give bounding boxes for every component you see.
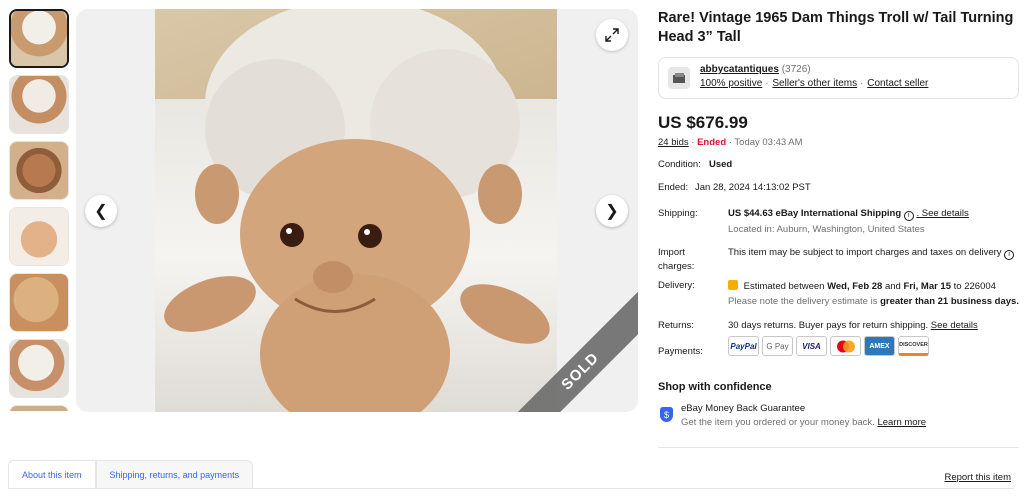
expand-icon [605,28,619,42]
info-icon[interactable]: i [1004,250,1015,260]
returns-label: Returns: [658,320,694,331]
info-icon[interactable]: i [903,211,914,221]
delivery-and: and [884,281,901,292]
report-item-link[interactable]: Report this item [944,472,1011,483]
import-label-2: charges: [658,261,695,272]
guarantee-subtitle: Get the item you ordered or your money b… [681,417,926,428]
guarantee-title: eBay Money Back Guarantee [681,403,806,414]
condition-value: Used [709,159,733,170]
chevron-right-icon: ❯ [605,203,619,220]
import-label-1: Import [658,247,685,258]
delivery-to: Fri, Mar 15 [903,281,952,292]
delivery-note-bold: greater than 21 business days. [880,296,1019,307]
thumbnail-5[interactable] [9,273,69,332]
tab-shipping-returns-payments[interactable]: Shipping, returns, and payments [95,460,254,489]
shipping-value: US $44.63 eBay International Shipping [728,208,902,219]
thumbnail-strip [9,9,71,411]
thumbnail-7[interactable] [9,405,69,411]
amex-logo: AMEX [864,336,895,356]
shop-with-confidence-heading: Shop with confidence [658,381,772,393]
thumbnail-6[interactable] [9,339,69,398]
returns-line: 30 days returns. Buyer pays for return s… [728,320,978,331]
money-back-shield-icon: $ [660,407,673,422]
shipping-see-details-link[interactable]: . See details [916,208,968,219]
delivery-pre: Estimated between [743,281,825,292]
mastercard-logo [830,336,861,356]
import-value: This item may be subject to import charg… [728,247,1002,258]
thumbnail-3[interactable] [9,141,69,200]
thumbnail-1[interactable] [9,9,69,68]
payments-label: Payments: [658,346,703,357]
delivery-truck-icon [728,280,738,290]
chevron-left-icon: ❮ [94,203,108,220]
ended-label: Ended: [658,182,689,193]
delivery-from: Wed, Feb 28 [827,281,883,292]
next-image-button[interactable]: ❯ [596,195,628,227]
returns-value: 30 days returns. Buyer pays for return s… [728,320,929,331]
discover-logo: DISCOVER [898,336,929,356]
main-image-viewer[interactable]: ❮ ❯ SOLD [76,9,638,412]
tabs-divider [8,488,1014,489]
item-tabs: About this item Shipping, returns, and p… [8,460,254,489]
visa-logo: VISA [796,336,827,356]
product-photo [155,9,557,412]
delivery-line: Estimated between Wed, Feb 28 and Fri, M… [728,280,996,292]
delivery-note: Please note the delivery estimate is gre… [728,296,1019,307]
guarantee-sub-text: Get the item you ordered or your money b… [681,417,875,428]
payment-methods: PayPal G Pay VISA AMEX DISCOVER [728,336,929,356]
thumbnail-2[interactable] [9,75,69,134]
tab-about-this-item[interactable]: About this item [8,460,96,489]
shipping-label: Shipping: [658,208,698,219]
google-pay-logo: G Pay [762,336,793,356]
shipping-line: US $44.63 eBay International Shipping i … [728,208,969,221]
condition-label: Condition: [658,159,701,170]
returns-see-details-link[interactable]: See details [931,320,978,331]
delivery-note-pre: Please note the delivery estimate is [728,296,878,307]
import-line: This item may be subject to import charg… [728,247,1015,260]
troll-figure-image [164,9,550,412]
paypal-logo: PayPal [728,336,759,356]
delivery-label: Delivery: [658,280,695,291]
delivery-zip: to 226004 [953,281,996,292]
learn-more-link[interactable]: Learn more [877,417,926,428]
divider [658,447,1019,448]
ended-value: Jan 28, 2024 14:13:02 PST [695,182,811,193]
thumbnail-4[interactable] [9,207,69,266]
item-location: Located in: Auburn, Washington, United S… [728,224,925,235]
expand-image-button[interactable] [596,19,628,51]
mastercard-icon [836,340,855,352]
previous-image-button[interactable]: ❮ [85,195,117,227]
details-section: Condition: Used Ended: Jan 28, 2024 14:1… [658,0,1024,500]
